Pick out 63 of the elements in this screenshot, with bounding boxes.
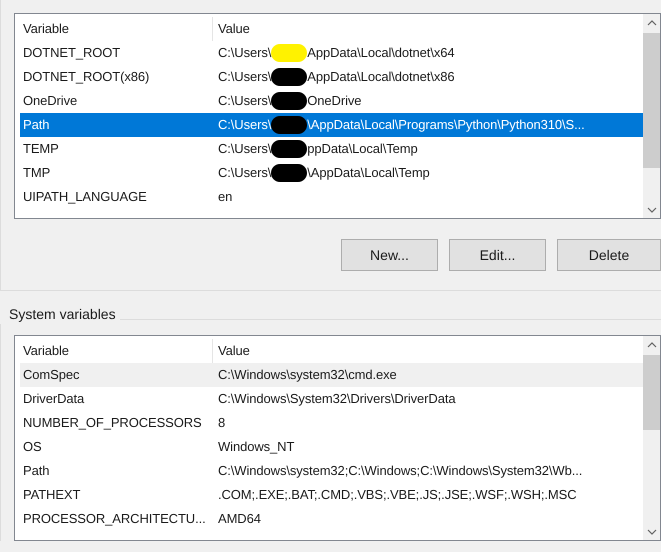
variable-value: .COM;.EXE;.BAT;.CMD;.VBS;.VBE;.JS;.JSE;.WSF;.WSH;.MSC <box>218 486 577 504</box>
scrollbar[interactable] <box>643 336 660 540</box>
scrollbar-thumb[interactable] <box>643 355 660 430</box>
variable-row[interactable]: PATHEXT .COM;.EXE;.BAT;.CMD;.VBS;.VBE;.JS;.JSE;.WSF;.WSH;.MSC <box>20 483 643 507</box>
variable-name: Path <box>23 117 50 132</box>
variable-value: \AppData\Local\Temp <box>307 164 430 182</box>
variable-row[interactable]: DOTNET_ROOT(x86) C:\Users\ AppData\Local\dotnet\x86 <box>20 65 643 89</box>
variable-value: C:\Windows\system32;C:\Windows;C:\Windows\System32\Wb... <box>218 462 582 480</box>
action-button[interactable]: Edit... <box>449 239 546 271</box>
variable-value: OneDrive <box>307 92 362 110</box>
variable-name: PROCESSOR_ARCHITECTU... <box>23 511 206 526</box>
variable-value: C:\Users\ <box>218 92 272 110</box>
variable-name: OS <box>23 439 42 454</box>
variable-row[interactable]: NUMBER_OF_PROCESSORS 8 <box>20 411 643 435</box>
variable-name: UIPATH_LANGUAGE <box>23 189 147 204</box>
variable-row[interactable]: OneDrive C:\Users\ OneDrive <box>20 89 643 113</box>
variable-name: DOTNET_ROOT(x86) <box>23 69 150 84</box>
variable-name: DOTNET_ROOT <box>23 45 120 60</box>
variable-row[interactable]: Path C:\Windows\system32;C:\Windows;C:\Windows\System32\Wb... <box>20 459 643 483</box>
variable-row[interactable]: DriverData C:\Windows\System32\Drivers\DriverData <box>20 387 643 411</box>
variable-value: Windows_NT <box>218 438 294 456</box>
variable-value: C:\Users\ <box>218 44 272 62</box>
scroll-up-icon[interactable] <box>646 20 656 26</box>
scroll-down-icon[interactable] <box>646 206 656 212</box>
variable-value: C:\Users\ <box>218 140 272 158</box>
scrollbar-thumb[interactable] <box>643 33 660 168</box>
variable-value: 8 <box>218 414 226 432</box>
variable-value: C:\Windows\system32\cmd.exe <box>218 366 397 384</box>
scroll-up-icon[interactable] <box>646 342 656 348</box>
variable-name: OneDrive <box>23 93 78 108</box>
variable-value: ppData\Local\Temp <box>307 140 418 158</box>
variable-row[interactable]: ComSpec C:\Windows\system32\cmd.exe <box>20 363 643 387</box>
variable-name: NUMBER_OF_PROCESSORS <box>23 415 202 430</box>
variable-row[interactable]: TEMP C:\Users\ ppData\Local\Temp <box>20 137 643 161</box>
variable-value: \AppData\Local\Programs\Python\Python310\S... <box>307 116 585 134</box>
action-button[interactable]: New... <box>341 239 438 271</box>
variable-value: C:\Windows\System32\Drivers\DriverData <box>218 390 456 408</box>
variable-name: TMP <box>23 165 50 180</box>
variable-row[interactable]: PROCESSOR_ARCHITECTU... AMD64 <box>20 507 643 531</box>
column-header[interactable]: Value <box>213 17 643 41</box>
variable-value: AMD64 <box>218 510 261 528</box>
variable-name: PATHEXT <box>23 487 80 502</box>
variable-name: TEMP <box>23 141 59 156</box>
column-header[interactable]: Variable <box>20 17 213 41</box>
variable-row[interactable]: UIPATH_LANGUAGE en <box>20 185 643 209</box>
group-title: System variables <box>8 304 117 324</box>
variable-name: DriverData <box>23 391 84 406</box>
variable-row[interactable]: Path C:\Users\ \AppData\Local\Programs\Python\Python310\S... <box>20 113 643 137</box>
variable-name: Path <box>23 463 50 478</box>
variable-row[interactable]: TMP C:\Users\ \AppData\Local\Temp <box>20 161 643 185</box>
variable-value: C:\Users\ <box>218 164 272 182</box>
variable-value: en <box>218 188 232 206</box>
action-button[interactable]: Delete <box>557 239 661 271</box>
variable-value: C:\Users\ <box>218 116 272 134</box>
variable-value: C:\Users\ <box>218 68 272 86</box>
variable-row[interactable]: DOTNET_ROOT C:\Users\ AppData\Local\dotnet\x64 <box>20 41 643 65</box>
scrollbar[interactable] <box>643 14 660 218</box>
variable-row[interactable]: OS Windows_NT <box>20 435 643 459</box>
variable-value: AppData\Local\dotnet\x64 <box>307 44 454 62</box>
column-header[interactable]: Value <box>213 339 643 363</box>
variable-name: ComSpec <box>23 367 80 382</box>
variable-value: AppData\Local\dotnet\x86 <box>307 68 454 86</box>
scroll-down-icon[interactable] <box>646 528 656 534</box>
